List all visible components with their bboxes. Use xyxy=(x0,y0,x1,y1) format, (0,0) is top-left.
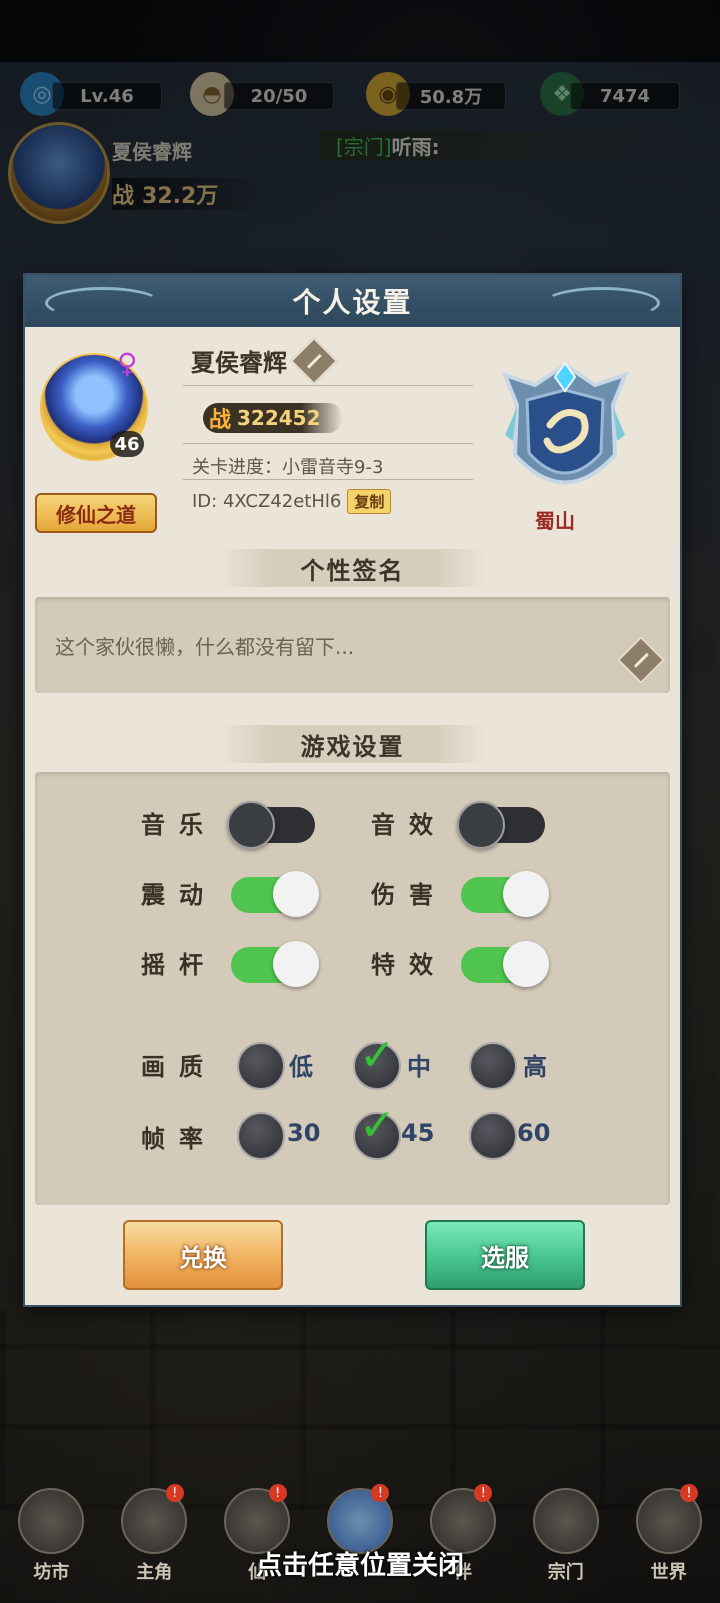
redeem-button[interactable]: 兑换 xyxy=(123,1220,283,1290)
edit-name-icon[interactable] xyxy=(289,336,339,385)
avatar-level-badge: 46 xyxy=(110,431,144,457)
joystick-label: 摇杆 xyxy=(141,951,217,979)
framerate-30-radio[interactable] xyxy=(237,1112,285,1160)
combat-power-value: 322452 xyxy=(237,406,321,430)
game-settings-heading: 游戏设置 xyxy=(220,725,485,763)
nav-item-world[interactable]: ! 世界 xyxy=(617,1470,720,1603)
quality-label: 画质 xyxy=(141,1053,217,1081)
player-id-row: ID: 4XCZ42etHl6 复制 xyxy=(192,489,392,514)
player-id: ID: 4XCZ42etHl6 xyxy=(192,491,342,512)
damage-label: 伤害 xyxy=(371,881,447,909)
divider xyxy=(183,479,473,480)
signature-heading: 个性签名 xyxy=(220,549,485,587)
dialog-title: 个人设置 xyxy=(292,286,413,319)
edit-signature-icon[interactable] xyxy=(616,635,666,685)
check-icon: ✓ xyxy=(359,1030,396,1081)
framerate-45-radio[interactable]: ✓ xyxy=(353,1104,401,1160)
copy-id-button[interactable]: 复制 xyxy=(347,489,392,514)
notification-badge: ! xyxy=(268,1484,287,1502)
notification-badge: ! xyxy=(680,1484,699,1502)
quality-mid-radio[interactable]: ✓ xyxy=(353,1034,401,1090)
vibration-toggle[interactable] xyxy=(231,871,319,917)
toggle-knob xyxy=(227,801,275,849)
dialog-header: 个人设置 xyxy=(25,275,680,327)
nav-item-center[interactable]: ! xyxy=(309,1470,412,1603)
framerate-60-radio[interactable] xyxy=(469,1112,517,1160)
bottom-nav: 坊市 ! 主角 ! 仙 ! ! 伴 宗门 ! 世界 xyxy=(0,1470,720,1603)
music-toggle[interactable] xyxy=(227,801,315,849)
check-icon: ✓ xyxy=(359,1100,396,1151)
toggle-knob xyxy=(503,941,549,987)
quality-mid-label: 中 xyxy=(407,1053,431,1081)
select-server-button[interactable]: 选服 xyxy=(425,1220,585,1290)
signature-box[interactable]: 这个家伙很懒，什么都没有留下... xyxy=(35,597,670,693)
quality-high-label: 高 xyxy=(523,1053,547,1081)
notification-badge: ! xyxy=(371,1484,390,1502)
framerate-45-label: 45 xyxy=(401,1119,435,1147)
combat-power: 战 322452 xyxy=(203,403,343,433)
toggle-knob xyxy=(273,871,319,917)
effects-toggle[interactable] xyxy=(461,941,549,987)
game-settings-panel: 音乐 音效 震动 伤害 摇杆 特效 画质 低 ✓ 中 高 帧率 30 ✓ 45 … xyxy=(35,772,670,1205)
quality-high-radio[interactable] xyxy=(469,1042,517,1090)
sfx-toggle[interactable] xyxy=(457,801,545,849)
damage-toggle[interactable] xyxy=(461,871,549,917)
nav-item-hero[interactable]: ! 主角 xyxy=(103,1470,206,1603)
stage-progress: 关卡进度：小雷音寺9-3 xyxy=(192,457,384,478)
toggle-knob xyxy=(273,941,319,987)
divider xyxy=(183,443,473,444)
close-hint: 点击任意位置关闭 xyxy=(255,1551,464,1581)
nav-item-immortal[interactable]: ! 仙 xyxy=(206,1470,309,1603)
nav-item-sect[interactable]: 宗门 xyxy=(514,1470,617,1603)
joystick-toggle[interactable] xyxy=(231,941,319,987)
vibration-label: 震动 xyxy=(141,881,217,909)
nickname: 夏侯睿辉 xyxy=(191,349,287,377)
music-label: 音乐 xyxy=(141,811,217,839)
notification-badge: ! xyxy=(474,1484,493,1502)
quality-low-label: 低 xyxy=(289,1053,313,1081)
nav-item-companion[interactable]: ! 伴 xyxy=(411,1470,514,1603)
framerate-30-label: 30 xyxy=(287,1119,321,1147)
signature-text: 这个家伙很懒，什么都没有留下... xyxy=(55,635,355,659)
quality-low-radio[interactable] xyxy=(237,1042,285,1090)
notification-badge: ! xyxy=(165,1484,184,1502)
framerate-60-label: 60 xyxy=(517,1119,551,1147)
toggle-knob xyxy=(457,801,505,849)
sfx-label: 音效 xyxy=(371,811,447,839)
female-icon: ♀ xyxy=(117,347,138,380)
divider xyxy=(183,385,473,386)
sect-emblem-icon[interactable] xyxy=(495,345,635,505)
sect-name: 蜀山 xyxy=(535,509,575,533)
nav-item-market[interactable]: 坊市 xyxy=(0,1470,103,1603)
framerate-label: 帧率 xyxy=(141,1125,217,1153)
title-badge[interactable]: 修仙之道 xyxy=(35,493,157,533)
combat-power-char: 战 xyxy=(208,408,231,433)
toggle-knob xyxy=(503,871,549,917)
personal-settings-dialog: 个人设置 ♀ 46 修仙之道 夏侯睿辉 战 322452 关卡进度：小雷音寺9-… xyxy=(25,275,680,1305)
nickname-row: 夏侯睿辉 xyxy=(191,336,339,385)
effects-label: 特效 xyxy=(371,951,447,979)
